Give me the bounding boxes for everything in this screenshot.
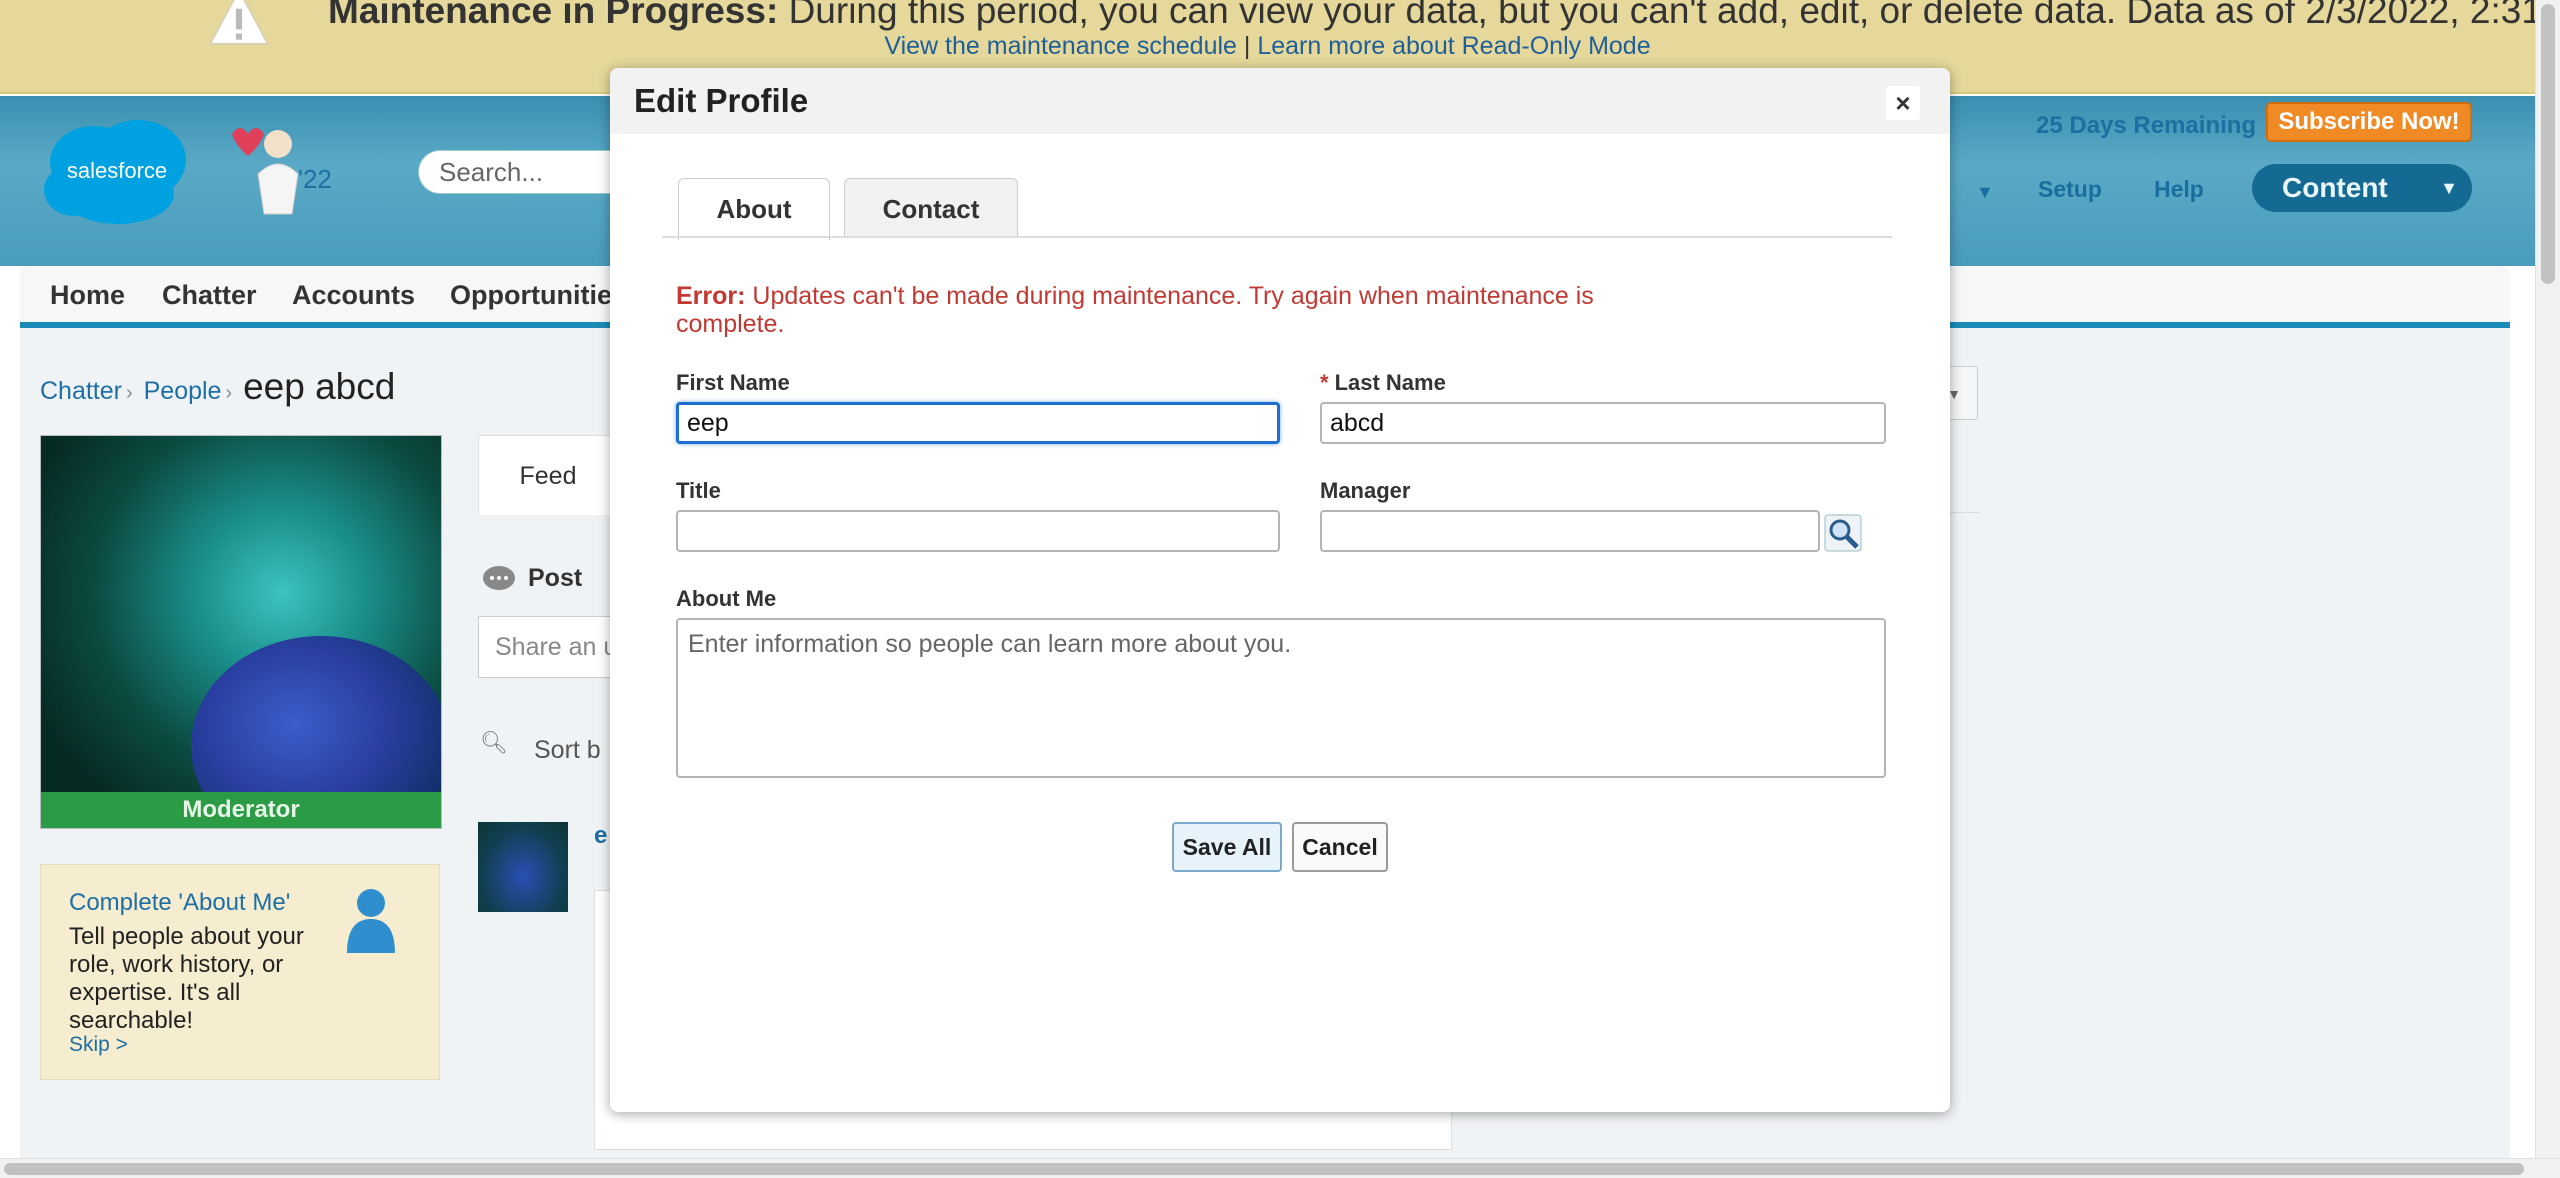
profile-photo[interactable]: Moderator — [40, 435, 442, 829]
first-name-field[interactable]: eep — [676, 402, 1280, 444]
chevron-down-icon[interactable]: ▼ — [1976, 182, 1994, 203]
subscribe-button[interactable]: Subscribe Now! — [2266, 102, 2472, 142]
page-title: eep abcd — [243, 366, 396, 407]
breadcrumb: Chatter › People › eep abcd — [40, 366, 396, 407]
salesforce-logo[interactable]: salesforce — [34, 110, 200, 228]
skip-link[interactable]: Skip > — [69, 1033, 128, 1057]
maintenance-links: View the maintenance schedule | Learn mo… — [884, 32, 1651, 60]
feed-author-link[interactable]: e — [594, 822, 607, 850]
breadcrumb-people[interactable]: People — [144, 377, 222, 405]
avatar[interactable] — [478, 822, 568, 912]
first-name-label: First Name — [676, 370, 790, 395]
post-label[interactable]: Post — [528, 564, 582, 593]
promo-text: Tell people about your role, work histor… — [69, 923, 304, 1034]
horizontal-scrollbar[interactable] — [0, 1158, 2560, 1178]
lookup-icon[interactable] — [1824, 514, 1862, 552]
app-switcher-label: Content — [2282, 172, 2388, 203]
required-mark: * — [1320, 370, 1329, 395]
about-me-label: About Me — [676, 586, 777, 611]
edit-profile-modal: Edit Profile × About Contact Error: Upda… — [610, 68, 1950, 1112]
tab-feed[interactable]: Feed — [478, 435, 618, 515]
read-only-mode-link[interactable]: Learn more about Read-Only Mode — [1257, 32, 1650, 60]
chevron-down-icon: ▼ — [2440, 178, 2458, 198]
app-switcher[interactable]: Content ▼ — [2252, 164, 2472, 212]
manager-field[interactable] — [1320, 510, 1820, 552]
person-icon — [347, 889, 395, 953]
breadcrumb-chatter[interactable]: Chatter — [40, 377, 122, 405]
tab-contact[interactable]: Contact — [844, 178, 1018, 238]
maintenance-schedule-link[interactable]: View the maintenance schedule — [884, 32, 1237, 60]
vertical-scrollbar[interactable] — [2535, 0, 2560, 1158]
manager-label: Manager — [1320, 478, 1411, 503]
moderator-badge: Moderator — [41, 792, 441, 828]
svg-text:salesforce: salesforce — [67, 158, 167, 183]
modal-title: Edit Profile — [634, 82, 809, 119]
title-label: Title — [676, 478, 721, 503]
save-all-button[interactable]: Save All — [1172, 822, 1282, 872]
cancel-button[interactable]: Cancel — [1292, 822, 1388, 872]
trial-days-remaining: 25 Days Remaining — [2036, 112, 2257, 139]
mascot-icon: '22 — [232, 128, 332, 215]
promo-title[interactable]: Complete 'About Me' — [69, 889, 290, 917]
title-field[interactable] — [676, 510, 1280, 552]
about-me-promo: Complete 'About Me' Tell people about yo… — [40, 864, 440, 1080]
tab-opportunities[interactable]: Opportunities — [450, 280, 627, 311]
setup-link[interactable]: Setup — [2038, 176, 2102, 203]
help-link[interactable]: Help — [2154, 176, 2204, 203]
tab-chatter[interactable]: Chatter — [162, 280, 257, 311]
search-icon[interactable]: 🔍︎ — [480, 730, 508, 756]
tab-home[interactable]: Home — [50, 280, 125, 311]
error-message: Error: Updates can't be made during main… — [676, 282, 1594, 338]
tab-accounts[interactable]: Accounts — [292, 280, 415, 311]
maintenance-title: Maintenance in Progress: During this per… — [328, 0, 2560, 31]
sort-dropdown[interactable]: Sort b — [534, 736, 601, 765]
svg-text:'22: '22 — [298, 164, 332, 194]
tabs-underline — [662, 236, 1892, 238]
modal-header: Edit Profile × — [610, 68, 1950, 134]
chat-bubble-icon — [483, 566, 515, 590]
last-name-label: * Last Name — [1320, 370, 1446, 395]
tab-about[interactable]: About — [678, 178, 830, 240]
share-input[interactable]: Share an u — [478, 616, 628, 678]
about-me-textarea[interactable]: Enter information so people can learn mo… — [676, 618, 1886, 778]
last-name-field[interactable]: abcd — [1320, 402, 1886, 444]
close-icon[interactable]: × — [1886, 86, 1920, 120]
